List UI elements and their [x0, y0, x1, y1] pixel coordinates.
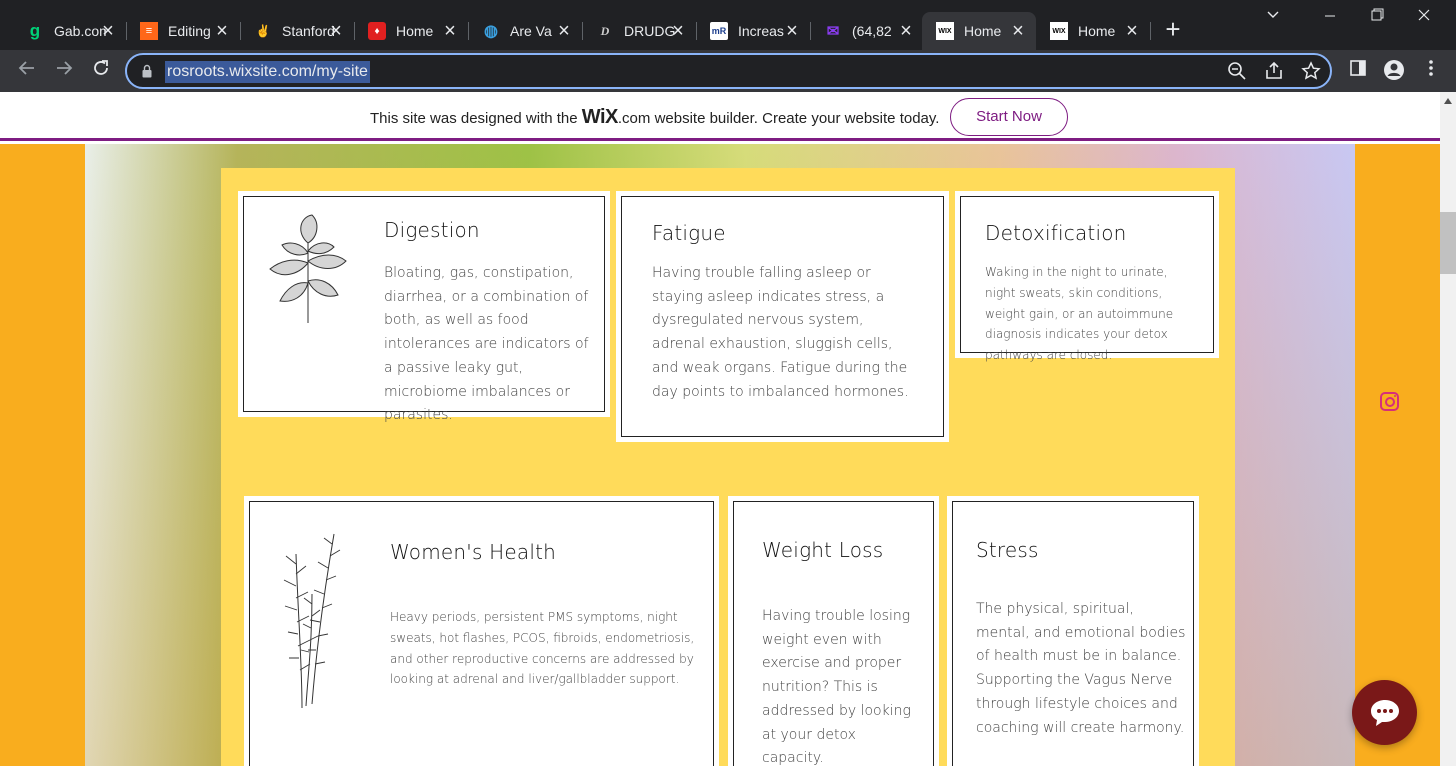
card-womens-health: Women's Health Heavy periods, persistent…	[244, 496, 719, 766]
lock-icon	[142, 64, 152, 78]
card-fatigue: Fatigue Having trouble falling asleep or…	[616, 191, 949, 442]
chat-bubble-icon	[1371, 700, 1399, 726]
side-panel-icon	[1350, 60, 1366, 76]
restore-icon	[1371, 8, 1384, 21]
maximize-button[interactable]	[1365, 8, 1389, 28]
card-body: Bloating, gas, constipation, diarrhea, o…	[384, 265, 589, 424]
tab-drudge[interactable]: D DRUDGE ×	[582, 12, 696, 50]
card-stress: Stress The physical, spiritual, mental, …	[947, 496, 1199, 766]
url-text[interactable]: rosroots.wixsite.com/my-site	[165, 61, 370, 83]
close-icon[interactable]: ×	[782, 21, 802, 41]
home-icon: ♦	[368, 22, 386, 40]
close-icon[interactable]: ×	[896, 21, 916, 41]
page-content: Digestion Bloating, gas, constipation, d…	[0, 144, 1440, 766]
tab-mail[interactable]: ✉ (64,82 ×	[810, 12, 924, 50]
wix-logo: WiX	[581, 106, 619, 128]
card-body: Waking in the night to urinate, night sw…	[985, 265, 1174, 363]
minimize-icon	[1325, 15, 1335, 17]
back-button[interactable]	[15, 59, 39, 83]
tab-stanford[interactable]: ✌ Stanford ×	[240, 12, 354, 50]
tab-gab[interactable]: g Gab.com ×	[12, 12, 126, 50]
scroll-up-arrow-icon[interactable]	[1444, 98, 1452, 104]
gab-icon: g	[29, 21, 41, 40]
rosemary-sprig-illustration	[283, 533, 341, 709]
profile-button[interactable]	[1382, 59, 1406, 83]
substack-icon: ≡	[140, 22, 158, 40]
close-icon[interactable]: ×	[212, 21, 232, 41]
start-now-button[interactable]: Start Now	[950, 98, 1068, 136]
close-icon[interactable]: ×	[668, 21, 688, 41]
mail-icon: ✉	[826, 23, 840, 40]
wix-icon: WIX	[936, 22, 954, 40]
tab-increas[interactable]: mR Increas ×	[696, 12, 810, 50]
close-icon	[1418, 9, 1430, 21]
zoom-icon[interactable]	[1227, 61, 1249, 83]
back-arrow-icon	[18, 61, 34, 75]
close-icon[interactable]: ×	[554, 21, 574, 41]
card-body: The physical, spiritual, mental, and emo…	[976, 601, 1186, 736]
forward-arrow-icon	[57, 61, 73, 75]
wix-banner-text: This site was designed with the WiX.com …	[370, 106, 940, 128]
card-body: Heavy periods, persistent PMS symptoms, …	[390, 610, 695, 687]
card-digestion: Digestion Bloating, gas, constipation, d…	[238, 191, 610, 423]
browser-toolbar: rosroots.wixsite.com/my-site	[0, 50, 1456, 92]
wix-icon: WIX	[1050, 22, 1068, 40]
page-scrollbar[interactable]	[1440, 92, 1456, 766]
close-window-button[interactable]	[1412, 8, 1436, 28]
reload-icon	[94, 60, 108, 75]
chevron-down-icon	[1267, 11, 1279, 18]
close-icon[interactable]: ×	[1008, 21, 1028, 41]
reload-button[interactable]	[89, 59, 113, 83]
forward-button[interactable]	[52, 59, 76, 83]
card-body: Having trouble losing weight even with e…	[762, 608, 911, 766]
bookmark-star-icon[interactable]	[1301, 61, 1323, 83]
close-icon[interactable]: ×	[98, 21, 118, 41]
tab-are-va[interactable]: ◍ Are Va ×	[468, 12, 582, 50]
wix-ad-banner: This site was designed with the WiX.com …	[0, 92, 1440, 141]
tab-search-button[interactable]	[1261, 8, 1285, 28]
tab-separator	[1150, 22, 1151, 40]
mr-icon: mR	[710, 22, 728, 40]
profile-avatar-icon	[1384, 60, 1404, 80]
card-title: Stress	[976, 538, 1039, 562]
close-icon[interactable]: ×	[440, 21, 460, 41]
card-body: Having trouble falling asleep or staying…	[652, 265, 909, 400]
new-tab-button[interactable]: +	[1161, 16, 1185, 42]
card-title: Fatigue	[652, 221, 726, 245]
card-detoxification: Detoxification Waking in the night to ur…	[955, 191, 1219, 362]
scrollbar-thumb[interactable]	[1440, 212, 1456, 274]
share-icon[interactable]	[1264, 61, 1286, 83]
stanford-icon: ✌	[255, 24, 271, 38]
kebab-menu-icon	[1429, 60, 1433, 76]
address-bar[interactable]: rosroots.wixsite.com/my-site	[125, 53, 1332, 89]
minimize-button[interactable]	[1318, 8, 1342, 28]
card-title: Women's Health	[390, 540, 557, 564]
card-title: Weight Loss	[762, 538, 884, 562]
chat-button[interactable]	[1352, 680, 1417, 745]
tab-home-red[interactable]: ♦ Home ×	[354, 12, 468, 50]
globe-icon: ◍	[484, 23, 498, 40]
card-title: Detoxification	[985, 221, 1127, 245]
tab-editing[interactable]: ≡ Editing ×	[126, 12, 240, 50]
drudge-icon: D	[600, 23, 610, 38]
tab-home-wix-active[interactable]: WIX Home ×	[922, 12, 1036, 50]
close-icon[interactable]: ×	[326, 21, 346, 41]
menu-button[interactable]	[1419, 59, 1443, 83]
card-weight-loss: Weight Loss Having trouble losing weight…	[728, 496, 939, 766]
card-title: Digestion	[384, 218, 480, 242]
close-icon[interactable]: ×	[1122, 21, 1142, 41]
sage-leaf-illustration	[269, 214, 347, 323]
side-panel-button[interactable]	[1346, 59, 1370, 83]
tab-strip: g Gab.com × ≡ Editing × ✌ Stanford × ♦ H…	[0, 0, 1456, 50]
instagram-icon[interactable]	[1380, 392, 1399, 411]
tab-home-wix[interactable]: WIX Home ×	[1036, 12, 1150, 50]
